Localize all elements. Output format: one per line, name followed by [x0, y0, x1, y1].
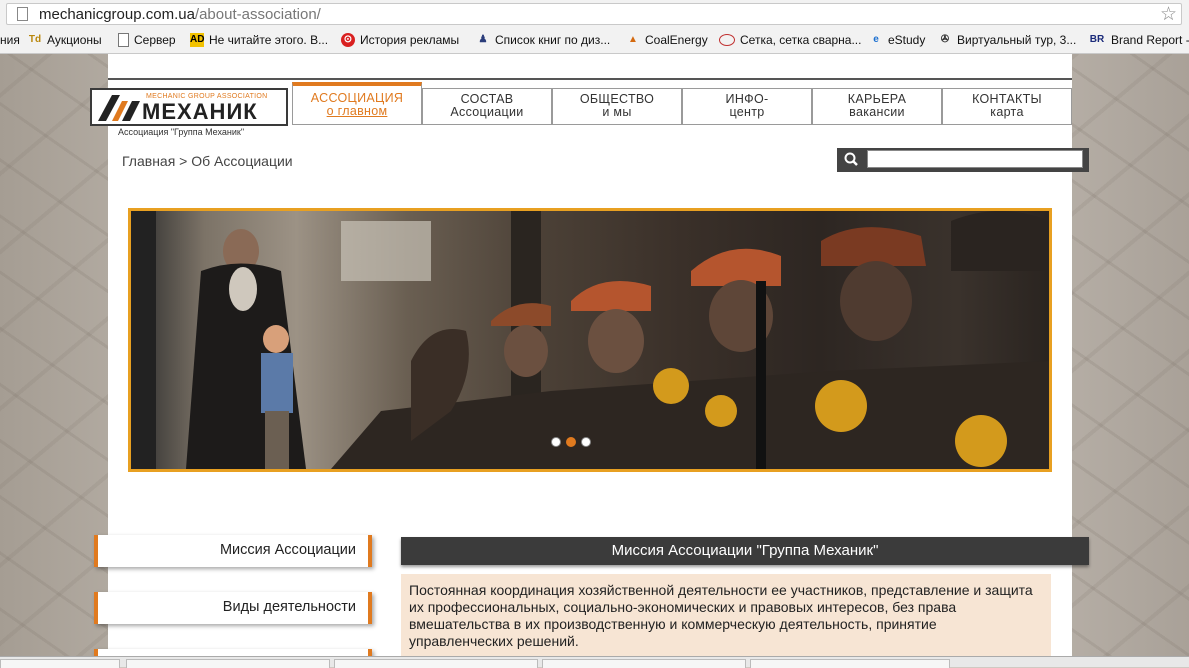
status-strip [0, 656, 1189, 668]
bookmark-item[interactable]: ♟ Список книг по диз... [476, 33, 611, 47]
bookmark-item[interactable]: AD Не читайте этого. В... [190, 33, 328, 47]
bookmarks-bar: ния Td Аукционы Сервер AD Не читайте этого… [0, 28, 1189, 54]
top-divider [108, 78, 1072, 80]
ad-icon: AD [190, 33, 205, 47]
logo-name: МЕХАНИК [142, 99, 258, 124]
nav-sublabel: карта [990, 105, 1024, 119]
bookmark-item[interactable]: ния [0, 33, 20, 47]
nav-association[interactable]: АССОЦИАЦИЯ о главном [292, 82, 422, 125]
nav-sublabel: о главном [326, 104, 388, 118]
nav-sublabel: центр [729, 105, 765, 119]
search-box [837, 148, 1089, 172]
user-icon: ♟ [478, 34, 488, 45]
mission-text: Постоянная координация хозяйственной дея… [401, 574, 1051, 667]
bookmark-item[interactable]: e eStudy [869, 33, 925, 47]
bookmark-item[interactable]: ▲ CoalEnergy [626, 33, 708, 47]
vt-icon: ✇ [940, 34, 950, 45]
br-icon: BR [1089, 34, 1105, 45]
auction-icon: Td [28, 34, 42, 45]
nav-members[interactable]: СОСТАВ Ассоциации [422, 88, 552, 125]
search-button[interactable] [837, 148, 867, 172]
nav-info-center[interactable]: ИНФО- центр [682, 88, 812, 125]
bookmark-item[interactable]: Сетка, сетка сварна... [719, 33, 861, 47]
bookmark-item[interactable]: Сервер [118, 33, 176, 47]
oval-icon [719, 34, 735, 46]
ie-icon: e [873, 34, 879, 45]
slider-dot[interactable] [551, 437, 561, 447]
bookmark-item[interactable]: ⊙ История рекламы [341, 33, 459, 47]
side-menu-mission[interactable]: Миссия Ассоциации [94, 535, 372, 567]
nav-sublabel: и мы [602, 105, 632, 119]
page-icon [118, 33, 129, 47]
breadcrumb[interactable]: Главная > Об Ассоциации [122, 153, 293, 169]
nav-career[interactable]: КАРЬЕРА вакансии [812, 88, 942, 125]
bookmark-item[interactable]: Td Аукционы [28, 33, 102, 47]
nav-sublabel: Ассоциации [450, 105, 524, 119]
flame-icon: ▲ [628, 34, 638, 45]
url-field[interactable]: mechanicgroup.com.ua/about-association/ … [6, 3, 1182, 25]
slider-dot-active[interactable] [566, 437, 576, 447]
bookmark-star-icon[interactable]: ☆ [1160, 3, 1177, 26]
page-icon [17, 7, 28, 21]
hero-slider[interactable] [128, 208, 1052, 472]
site-logo[interactable]: MECHANIC GROUP ASSOCIATION МЕХАНИК [90, 88, 288, 126]
slider-dot[interactable] [581, 437, 591, 447]
address-bar: mechanicgroup.com.ua/about-association/ … [0, 0, 1189, 28]
hero-image [131, 211, 1049, 469]
logo-caption: Ассоциация "Группа Механик" [118, 127, 245, 137]
nav-sublabel: вакансии [849, 105, 905, 119]
url-text: mechanicgroup.com.ua/about-association/ [39, 6, 321, 23]
side-menu-activities[interactable]: Виды деятельности [94, 592, 372, 624]
nav-contacts[interactable]: КОНТАКТЫ карта [942, 88, 1072, 125]
search-icon [844, 152, 858, 166]
search-input[interactable] [867, 150, 1083, 168]
mission-heading: Миссия Ассоциации "Группа Механик" [401, 537, 1089, 565]
logo-mark-icon [98, 95, 140, 121]
bookmark-item[interactable]: BR Brand Report - [1088, 33, 1189, 47]
bookmark-item[interactable]: ✇ Виртуальный тур, 3... [938, 33, 1077, 47]
red-circle-icon: ⊙ [341, 33, 355, 47]
nav-society[interactable]: ОБЩЕСТВО и мы [552, 88, 682, 125]
